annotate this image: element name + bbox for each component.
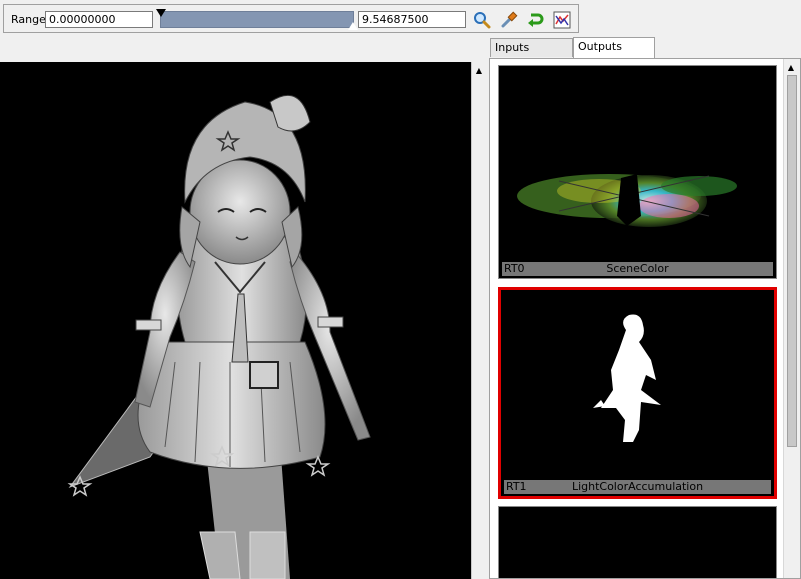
- zoom-button[interactable]: [472, 10, 492, 30]
- render-target-card[interactable]: RT0 SceneColor: [498, 65, 777, 279]
- character-render: [67, 94, 371, 579]
- viewport-scrollbar[interactable]: ▲: [471, 62, 486, 579]
- reset-button[interactable]: [525, 10, 545, 30]
- range-label: Range: [11, 13, 46, 26]
- histogram-icon: [553, 11, 571, 29]
- range-toolbar: Range 0.00000000 9.54687500: [3, 4, 579, 33]
- range-max-input[interactable]: 9.54687500: [358, 11, 466, 28]
- lightcolor-thumbnail: [593, 314, 661, 442]
- eyedropper-icon: [501, 11, 518, 28]
- histogram-button[interactable]: [552, 10, 572, 30]
- scenecolor-thumbnail: [517, 174, 737, 227]
- render-target-caption: RT0 SceneColor: [502, 262, 773, 276]
- pick-color-button[interactable]: [499, 10, 519, 30]
- render-target-card[interactable]: [498, 506, 777, 578]
- tab-inputs[interactable]: Inputs: [490, 38, 573, 57]
- range-max-handle[interactable]: [348, 22, 358, 30]
- outputs-scrollbar[interactable]: ▲: [783, 59, 800, 578]
- scrollbar-thumb[interactable]: [787, 75, 797, 447]
- tab-outputs[interactable]: Outputs: [573, 37, 655, 58]
- render-target-name: SceneColor: [606, 262, 669, 275]
- render-target-name: LightColorAccumulation: [571, 480, 704, 493]
- range-min-input[interactable]: 0.00000000: [45, 11, 153, 28]
- tab-bar: Inputs Outputs: [489, 37, 801, 58]
- preview-viewport[interactable]: [0, 62, 471, 579]
- range-slider[interactable]: [156, 9, 358, 30]
- range-min-handle[interactable]: [156, 9, 166, 17]
- render-target-card-selected[interactable]: RT1 LightColorAccumulation: [498, 287, 777, 499]
- render-target-caption: RT1 LightColorAccumulation: [504, 480, 771, 494]
- scroll-up-icon[interactable]: ▲: [472, 63, 486, 77]
- magnifier-icon: [474, 12, 491, 29]
- outputs-panel: RT0 SceneColor RT1 LightColorAccumulatio…: [489, 58, 801, 579]
- scroll-up-icon[interactable]: ▲: [784, 60, 798, 74]
- undo-arrow-icon: [528, 13, 544, 27]
